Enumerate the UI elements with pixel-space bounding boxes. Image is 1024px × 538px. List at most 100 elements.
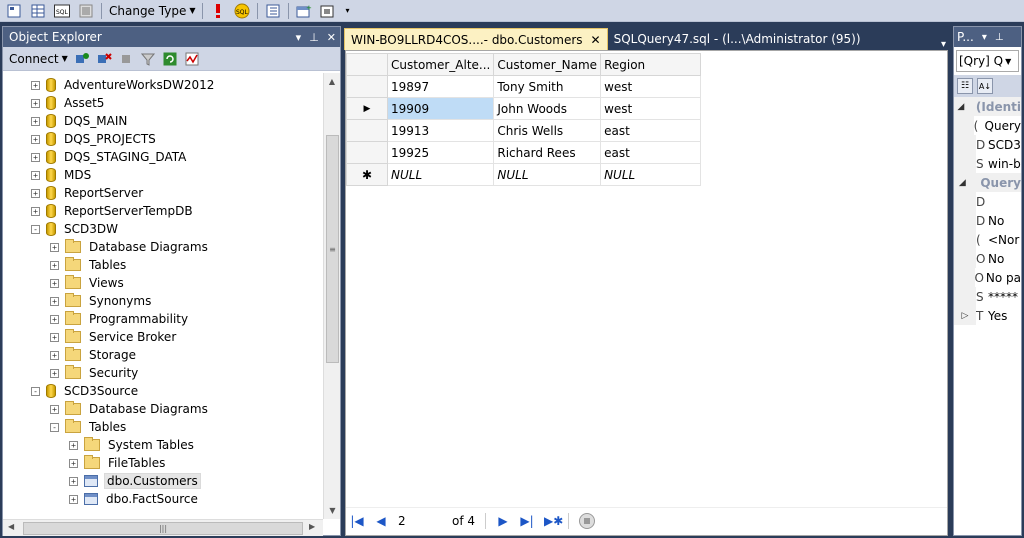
next-record-icon[interactable]: ▶ xyxy=(496,514,510,528)
tree-item[interactable]: + Storage xyxy=(3,346,323,364)
property-row[interactable]: D No xyxy=(954,211,1021,230)
grid-cell[interactable]: 19913 xyxy=(386,119,495,142)
property-row[interactable]: O No xyxy=(954,249,1021,268)
expand-icon[interactable]: + xyxy=(31,188,40,198)
tree-item[interactable]: - SCD3DW xyxy=(3,220,323,238)
property-row[interactable]: S ***** xyxy=(954,287,1021,306)
add-table-icon[interactable]: + xyxy=(295,2,313,20)
grid-cell[interactable]: east xyxy=(600,119,702,142)
grid-cell[interactable]: west xyxy=(600,97,702,120)
expand-icon[interactable]: + xyxy=(69,476,78,486)
property-category[interactable]: ◢ Query xyxy=(954,173,1021,192)
tree-item[interactable]: + MDS xyxy=(3,166,323,184)
pin-icon[interactable]: ⊥ xyxy=(995,32,1004,43)
expand-icon[interactable]: + xyxy=(50,314,59,324)
scroll-thumb[interactable]: ||| xyxy=(23,522,303,535)
tree-item[interactable]: + Database Diagrams xyxy=(3,238,323,256)
tree-item[interactable]: + Security xyxy=(3,364,323,382)
expand-icon[interactable]: + xyxy=(50,296,59,306)
previous-record-icon[interactable]: ◀ xyxy=(374,514,388,528)
show-results-pane-icon[interactable] xyxy=(77,2,95,20)
collapse-icon[interactable]: - xyxy=(31,224,40,234)
current-record-input[interactable] xyxy=(398,513,442,528)
tree-item[interactable]: + Programmability xyxy=(3,310,323,328)
show-criteria-pane-icon[interactable] xyxy=(29,2,47,20)
property-row[interactable]: D SCD3 xyxy=(954,135,1021,154)
filter-icon[interactable] xyxy=(140,51,156,67)
tree-item[interactable]: + Tables xyxy=(3,256,323,274)
grid-cell[interactable]: Richard Rees xyxy=(493,141,602,164)
grid-cell[interactable]: Chris Wells xyxy=(493,119,602,142)
grid-cell[interactable]: NULL xyxy=(493,163,602,186)
expand-icon[interactable]: + xyxy=(31,152,40,162)
expand-icon[interactable]: ▷ xyxy=(954,306,976,325)
column-header[interactable]: Customer_Alte... xyxy=(386,53,495,76)
first-record-icon[interactable]: |◀ xyxy=(350,514,364,528)
alphabetical-icon[interactable]: A↓ xyxy=(977,78,993,94)
expand-icon[interactable]: + xyxy=(50,350,59,360)
expand-icon[interactable]: + xyxy=(31,80,40,90)
grid-cell[interactable]: NULL xyxy=(386,163,495,186)
connect-dropdown[interactable]: Connect ▼ xyxy=(9,52,68,66)
scroll-up-icon[interactable]: ▲ xyxy=(324,73,340,90)
row-selector[interactable] xyxy=(346,75,388,98)
activity-monitor-icon[interactable] xyxy=(184,51,200,67)
grid-cell[interactable]: John Woods xyxy=(493,97,602,120)
row-selector[interactable] xyxy=(346,141,388,164)
verify-sql-icon[interactable]: SQL xyxy=(233,2,251,20)
window-position-icon[interactable]: ▾ xyxy=(982,32,987,43)
tree-item[interactable]: + DQS_MAIN xyxy=(3,112,323,130)
grid-cell[interactable]: 19897 xyxy=(386,75,495,98)
expand-icon[interactable]: + xyxy=(50,278,59,288)
tab-customers[interactable]: WIN-BO9LLRD4COS....- dbo.Customers ✕ xyxy=(344,28,608,50)
row-selector[interactable]: ▶ xyxy=(346,97,388,120)
grid-cell[interactable]: 19909 xyxy=(386,97,495,120)
grid-cell[interactable]: NULL xyxy=(600,163,702,186)
row-selector[interactable] xyxy=(346,119,388,142)
add-new-derived-table-icon[interactable] xyxy=(319,2,337,20)
tab-sqlquery47[interactable]: SQLQuery47.sql - (l...\Administrator (95… xyxy=(608,28,867,50)
execute-sql-icon[interactable] xyxy=(209,2,227,20)
stop-query-icon[interactable] xyxy=(579,512,596,529)
expand-icon[interactable]: + xyxy=(69,494,78,504)
group-by-icon[interactable] xyxy=(264,2,282,20)
tree-item[interactable]: + FileTables xyxy=(3,454,323,472)
property-row[interactable]: ▷ T Yes xyxy=(954,306,1021,325)
expand-icon[interactable]: + xyxy=(31,116,40,126)
grid-cell[interactable]: Tony Smith xyxy=(493,75,602,98)
expand-icon[interactable]: + xyxy=(31,170,40,180)
tree-item[interactable]: + Service Broker xyxy=(3,328,323,346)
grid-cell[interactable]: 19925 xyxy=(386,141,495,164)
property-row[interactable]: Swin-b xyxy=(954,154,1021,173)
toolbar-overflow-icon[interactable]: ▾ xyxy=(343,2,351,20)
row-selector[interactable]: ✱ xyxy=(346,163,388,186)
expand-icon[interactable]: + xyxy=(31,206,40,216)
disconnect-icon[interactable] xyxy=(96,51,112,67)
expand-icon[interactable]: + xyxy=(50,260,59,270)
expand-icon[interactable]: + xyxy=(69,440,78,450)
expand-icon[interactable]: ◢ xyxy=(954,173,971,192)
show-diagram-pane-icon[interactable] xyxy=(5,2,23,20)
scroll-right-icon[interactable]: ▶ xyxy=(309,522,315,531)
expand-icon[interactable]: + xyxy=(50,242,59,252)
scroll-left-icon[interactable]: ◀ xyxy=(8,522,14,531)
scroll-thumb[interactable]: ≡ xyxy=(326,135,339,363)
property-category[interactable]: ◢ (Identi xyxy=(954,97,1021,116)
expand-icon[interactable]: + xyxy=(69,458,78,468)
expand-icon[interactable]: + xyxy=(31,98,40,108)
column-header[interactable]: Region xyxy=(600,53,702,76)
expand-icon[interactable]: + xyxy=(50,404,59,414)
tree-item[interactable]: + Synonyms xyxy=(3,292,323,310)
tree-item[interactable]: + ReportServer xyxy=(3,184,323,202)
tab-list-dropdown-icon[interactable]: ▾ xyxy=(941,39,950,50)
grid-cell[interactable]: west xyxy=(600,75,702,98)
tree-item[interactable]: - SCD3Source xyxy=(3,382,323,400)
scroll-down-icon[interactable]: ▼ xyxy=(324,502,341,519)
table-row[interactable]: 19913 Chris Wells east xyxy=(346,119,702,142)
expand-icon[interactable]: + xyxy=(50,368,59,378)
new-row[interactable]: ✱ NULL NULL NULL xyxy=(346,163,702,186)
stop-icon[interactable] xyxy=(118,51,134,67)
expand-icon[interactable]: + xyxy=(50,332,59,342)
table-row[interactable]: ▶ 19909 John Woods west xyxy=(346,97,702,120)
column-header[interactable]: Customer_Name xyxy=(493,53,602,76)
